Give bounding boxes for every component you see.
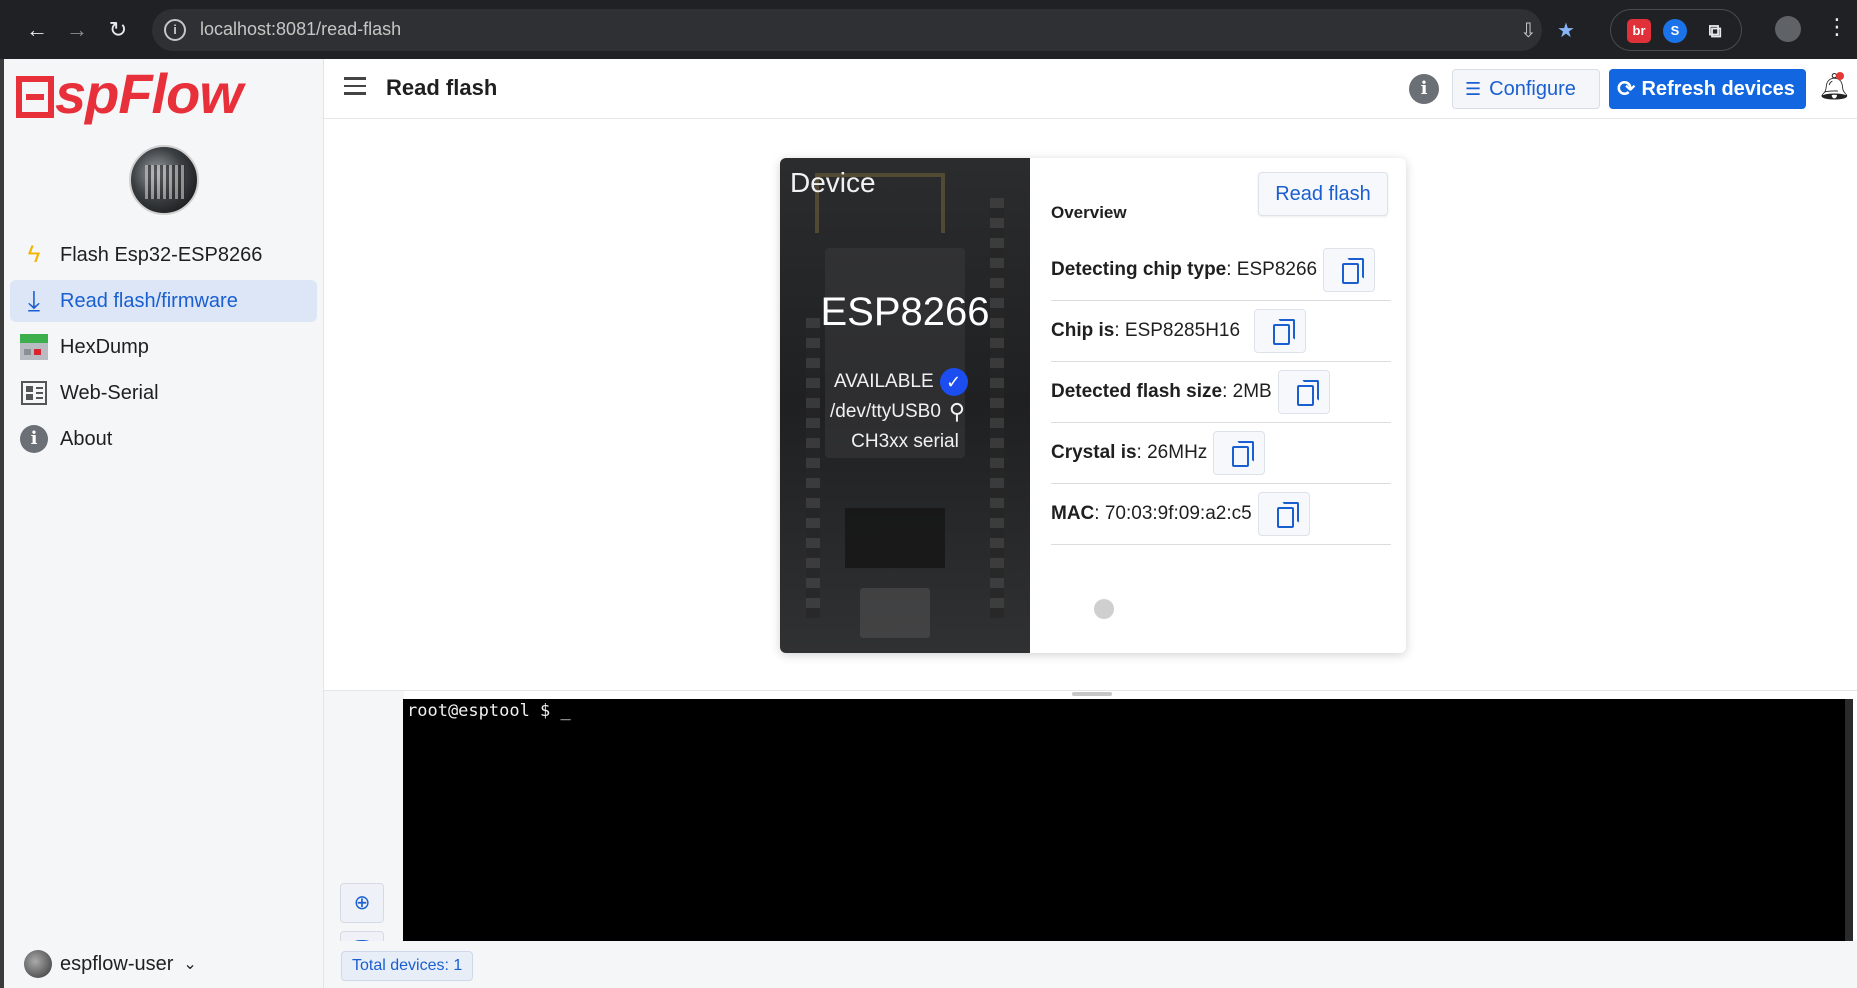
- device-avatar: [129, 145, 199, 215]
- browser-chrome: ← → ↻ i localhost:8081/read-flash ⇩ ★ br…: [0, 0, 1857, 59]
- hexdump-grid-icon: [18, 332, 50, 362]
- url-text[interactable]: localhost:8081/read-flash: [200, 19, 401, 40]
- sidebar-item-label: Read flash/firmware: [60, 289, 238, 312]
- install-app-icon[interactable]: ⇩: [1520, 18, 1537, 43]
- copy-icon[interactable]: [1257, 492, 1310, 536]
- back-icon[interactable]: ←: [22, 15, 52, 45]
- list-item: Detecting chip type: ESP8266: [1051, 240, 1391, 301]
- sidebar-item-read-flash[interactable]: ⤓ Read flash/firmware: [10, 280, 317, 322]
- list-item: Detected flash size: 2MB: [1051, 362, 1391, 423]
- sidebar-item-label: Flash Esp32-ESP8266: [60, 243, 263, 266]
- shazam-extension-icon[interactable]: S: [1663, 19, 1687, 43]
- chip-name: ESP8266: [820, 290, 990, 334]
- user-name: espflow-user: [60, 952, 174, 975]
- download-icon: ⤓: [27, 284, 41, 316]
- read-flash-button[interactable]: Read flash: [1258, 172, 1388, 216]
- refresh-icon: ⟳: [1617, 76, 1636, 101]
- sidebar-item-label: HexDump: [60, 335, 149, 358]
- resize-handle[interactable]: [1072, 692, 1112, 696]
- overview-heading: Overview: [1051, 203, 1127, 222]
- device-label: Device: [790, 167, 876, 198]
- user-avatar: [24, 950, 52, 978]
- info-icon: i: [18, 424, 50, 454]
- reload-icon[interactable]: ↻: [103, 15, 133, 45]
- browser-menu-icon[interactable]: ⋮: [1826, 14, 1848, 40]
- serial-panel-icon: [18, 378, 50, 408]
- list-item: MAC: 70:03:9f:09:a2:c5: [1051, 484, 1391, 545]
- serial-chip: CH3xx serial: [851, 431, 959, 452]
- espflow-logo: spFlow: [16, 61, 243, 126]
- scroll-down-icon[interactable]: ⊕: [340, 883, 384, 923]
- refresh-devices-button[interactable]: ⟳ Refresh devices: [1609, 69, 1806, 109]
- device-image: Device ESP8266 AVAILABLE ✓ /dev/ttyUSB0 …: [780, 158, 1030, 653]
- loading-indicator: [1094, 599, 1114, 619]
- usb-icon: ⚲: [948, 399, 966, 424]
- extensions-puzzle-icon[interactable]: ⧉: [1703, 19, 1727, 43]
- serial-port: /dev/ttyUSB0 ⚲: [830, 399, 966, 424]
- site-info-icon[interactable]: i: [164, 19, 186, 41]
- br-extension-icon[interactable]: br: [1627, 19, 1651, 43]
- sidebar-item-label: Web-Serial: [60, 381, 159, 404]
- list-item: Crystal is: 26MHz: [1051, 423, 1391, 484]
- bookmark-star-icon[interactable]: ★: [1557, 18, 1575, 43]
- list-item: Chip is: ESP8285H16: [1051, 301, 1391, 362]
- address-bar[interactable]: i localhost:8081/read-flash ⇩ ★: [152, 9, 1575, 51]
- terminal-toolbar: ⊕ 🗑︎: [324, 691, 404, 971]
- copy-icon[interactable]: [1277, 370, 1330, 414]
- terminal[interactable]: root@esptool $ _: [403, 699, 1853, 941]
- user-menu[interactable]: espflow-user ⌄: [24, 950, 197, 978]
- notifications-bell-icon[interactable]: 🔔︎: [1818, 71, 1851, 102]
- sidebar-item-web-serial[interactable]: Web-Serial: [10, 372, 317, 414]
- device-info-list: Detecting chip type: ESP8266 Chip is: ES…: [1051, 240, 1391, 545]
- device-card: Device ESP8266 AVAILABLE ✓ /dev/ttyUSB0 …: [780, 158, 1406, 653]
- profile-avatar[interactable]: [1775, 16, 1801, 42]
- lightning-icon: ϟ: [27, 241, 41, 268]
- sidebar-menu: ϟ Flash Esp32-ESP8266 ⤓ Read flash/firmw…: [10, 234, 317, 464]
- page-title: Read flash: [386, 75, 498, 100]
- chevron-down-icon: ⌄: [183, 956, 197, 973]
- copy-icon[interactable]: [1254, 309, 1307, 353]
- terminal-prompt: root@esptool $ _: [407, 701, 571, 721]
- sidebar-item-about[interactable]: i About: [10, 418, 317, 460]
- notification-badge: [1836, 72, 1844, 80]
- extensions-group: br S ⧉: [1610, 9, 1742, 51]
- copy-icon[interactable]: [1323, 248, 1376, 292]
- sidebar-item-hexdump[interactable]: HexDump: [10, 326, 317, 368]
- menu-toggle-icon[interactable]: [344, 77, 366, 95]
- check-circle-icon: ✓: [939, 368, 968, 396]
- device-details: Read flash Overview Detecting chip type:…: [1030, 158, 1406, 653]
- terminal-scrollbar[interactable]: [1845, 699, 1853, 941]
- sidebar-item-label: About: [60, 427, 113, 450]
- sidebar-item-flash[interactable]: ϟ Flash Esp32-ESP8266: [10, 234, 317, 276]
- copy-icon[interactable]: [1213, 431, 1266, 475]
- availability-status: AVAILABLE ✓: [834, 368, 968, 396]
- status-bar: Total devices: 1: [324, 941, 1857, 988]
- app-page: spFlow ϟ Flash Esp32-ESP8266 ⤓ Read flas…: [4, 59, 1857, 988]
- top-bar: Read flash i ☰ Configure ⟳ Refresh devic…: [324, 59, 1857, 119]
- forward-icon[interactable]: →: [62, 15, 92, 45]
- terminal-divider: [324, 690, 1857, 691]
- info-icon[interactable]: i: [1409, 74, 1439, 104]
- sliders-icon: ☰: [1465, 78, 1482, 99]
- sidebar: spFlow ϟ Flash Esp32-ESP8266 ⤓ Read flas…: [4, 59, 324, 988]
- configure-button[interactable]: ☰ Configure: [1452, 69, 1600, 109]
- total-devices-badge[interactable]: Total devices: 1: [341, 951, 474, 981]
